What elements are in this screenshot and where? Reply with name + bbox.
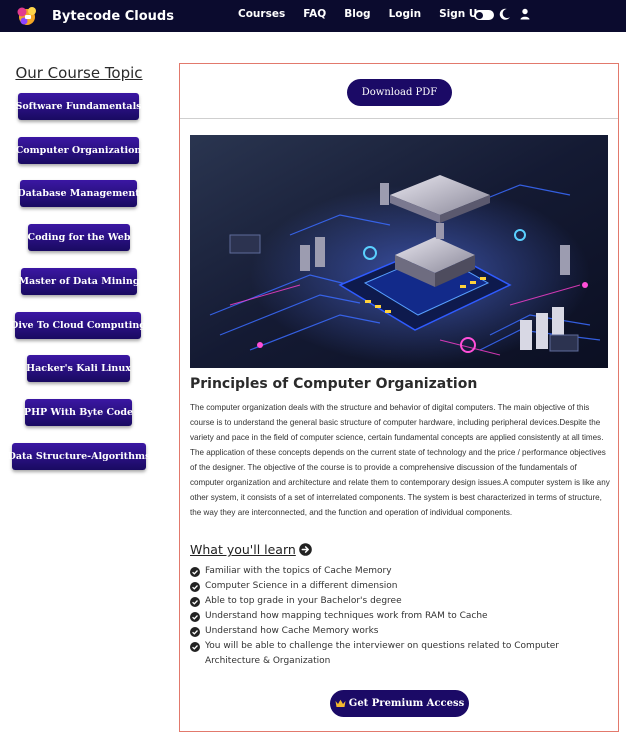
learn-item-text: Familiar with the topics of Cache Memory <box>205 566 392 576</box>
learn-item-text: Understand how Cache Memory works <box>205 626 379 636</box>
sidebar-title: Our Course Topic <box>15 64 143 82</box>
list-item: Computer Science in a different dimensio… <box>190 579 610 594</box>
sidebar-item-data-structures[interactable]: Data Structure-Algorithms <box>8 443 150 470</box>
list-item: Familiar with the topics of Cache Memory <box>190 564 610 579</box>
learn-item-text: Able to top grade in your Bachelor's deg… <box>205 596 402 606</box>
sidebar-item-cloud-computing[interactable]: Dive To Cloud Computing <box>10 312 146 339</box>
check-circle-icon <box>190 581 200 592</box>
nav-links: Courses FAQ Blog Login Sign Up <box>238 8 503 20</box>
learn-item-text: Understand how mapping techniques work f… <box>205 611 488 621</box>
theme-toggle[interactable] <box>474 10 494 20</box>
course-description: The computer organization deals with the… <box>190 403 610 517</box>
nav-link-blog[interactable]: Blog <box>344 8 370 20</box>
nav-link-faq[interactable]: FAQ <box>303 8 326 20</box>
check-circle-icon <box>190 641 200 652</box>
download-pdf-button[interactable]: Download PDF <box>347 79 452 106</box>
course-title: Principles of Computer Organization <box>190 376 478 392</box>
learn-item-text: You will be able to challenge the interv… <box>205 641 560 666</box>
sidebar-item-database-management[interactable]: Database Management <box>17 180 140 207</box>
sidebar-item-computer-organization[interactable]: Computer Organization <box>16 137 141 164</box>
toggle-knob <box>476 11 483 19</box>
list-item: Able to top grade in your Bachelor's deg… <box>190 594 610 609</box>
course-hero-image <box>190 135 608 368</box>
learn-heading: What you'll learn <box>190 542 312 557</box>
brand-name: Bytecode Clouds <box>52 8 174 24</box>
list-item: Understand how Cache Memory works <box>190 624 610 639</box>
check-circle-icon <box>190 566 200 577</box>
check-circle-icon <box>190 626 200 637</box>
logo-icon <box>17 7 36 25</box>
crown-icon <box>335 699 346 707</box>
list-item: Understand how mapping techniques work f… <box>190 609 610 624</box>
brand[interactable]: Bytecode Clouds <box>16 4 174 28</box>
sidebar-item-php[interactable]: PHP With Byte Code <box>24 399 133 426</box>
sidebar-item-kali-linux[interactable]: Hacker's Kali Linux <box>26 355 131 382</box>
check-circle-icon <box>190 611 200 622</box>
course-panel: Download PDF Principles of Computer Orga… <box>179 63 619 732</box>
nav-link-courses[interactable]: Courses <box>238 8 285 20</box>
top-navbar: Bytecode Clouds Courses FAQ Blog Login S… <box>0 0 626 32</box>
sidebar-item-coding-web[interactable]: Coding for the Web <box>28 224 131 251</box>
divider <box>180 118 618 119</box>
arrow-right-circle-icon <box>299 543 312 556</box>
learn-heading-text: What you'll learn <box>190 542 296 557</box>
learn-item-text: Computer Science in a different dimensio… <box>205 581 398 591</box>
user-icon[interactable] <box>518 7 532 21</box>
check-circle-icon <box>190 596 200 607</box>
premium-label: Get Premium Access <box>348 698 465 709</box>
sidebar-item-data-mining[interactable]: Master of Data Mining <box>19 268 139 295</box>
list-item: You will be able to challenge the interv… <box>190 639 610 669</box>
moon-icon[interactable] <box>498 7 512 21</box>
nav-link-login[interactable]: Login <box>389 8 422 20</box>
learn-list: Familiar with the topics of Cache Memory… <box>190 564 610 669</box>
sidebar-item-software-fundamentals[interactable]: Software Fundamentals <box>15 93 142 120</box>
get-premium-button[interactable]: Get Premium Access <box>330 690 469 717</box>
